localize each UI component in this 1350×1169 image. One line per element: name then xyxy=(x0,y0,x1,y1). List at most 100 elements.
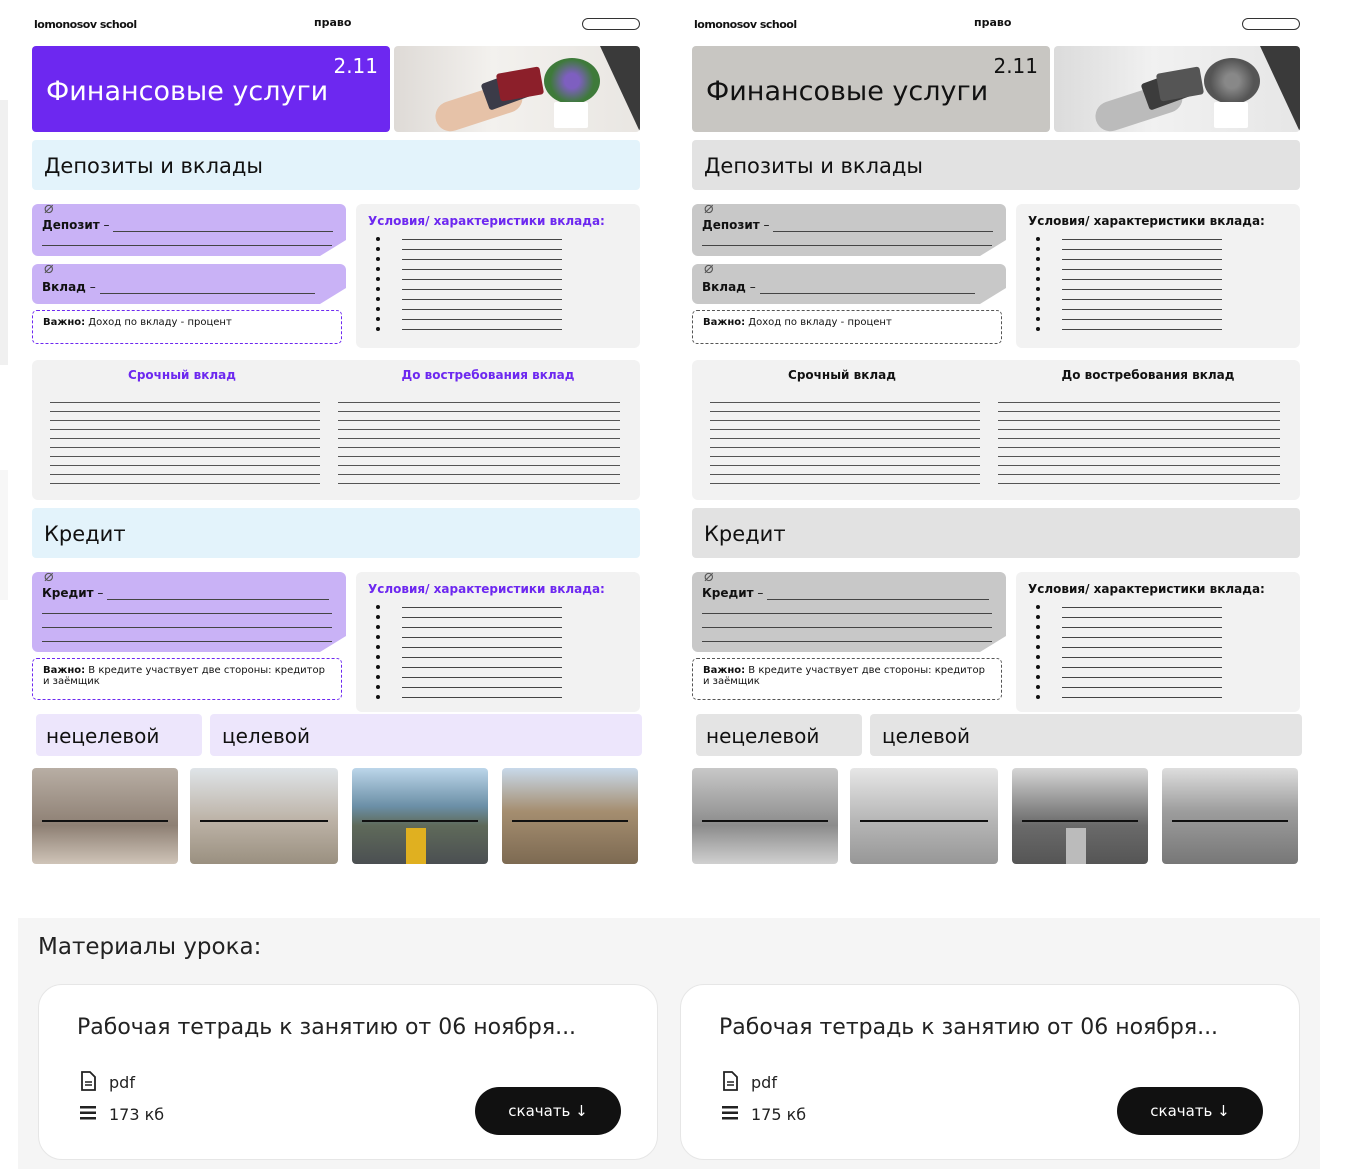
title-box: 2.11 Финансовые услуги xyxy=(32,46,390,132)
file-type: pdf xyxy=(109,1073,135,1092)
note2-bold: Важно: xyxy=(43,665,86,676)
tag-targeted: целевой xyxy=(870,714,1302,756)
tag-untargeted: нецелевой xyxy=(696,714,862,756)
tag-untargeted: нецелевой xyxy=(36,714,202,756)
note-important-1: Важно: Доход по вкладу - процент xyxy=(692,310,1002,344)
deposit-types: Срочный вклад До востребования вклад xyxy=(692,360,1300,500)
section-credit: Кредит xyxy=(32,508,640,558)
lesson-number: 2.11 xyxy=(333,54,378,78)
credit-photos xyxy=(32,768,640,866)
paperclip-icon: ⌀ xyxy=(44,198,54,217)
download-button[interactable]: скачать ↓ xyxy=(1117,1087,1263,1135)
demand-deposit-heading: До востребования вклад xyxy=(401,368,575,382)
subject-label: право xyxy=(974,16,1012,29)
credit-type-tags: нецелевой целевой xyxy=(32,714,642,756)
list-icon xyxy=(79,1105,101,1126)
file-type-row: pdf xyxy=(721,1071,777,1096)
list-icon xyxy=(721,1105,743,1126)
credit-type-tags: нецелевой целевой xyxy=(692,714,1302,756)
file-size: 173 кб xyxy=(109,1105,165,1124)
cards-photo xyxy=(1054,46,1300,132)
credit-photos xyxy=(692,768,1300,866)
section-deposits: Депозиты и вклады xyxy=(32,140,640,190)
cards-photo xyxy=(394,46,640,132)
worksheet-title: Финансовые услуги xyxy=(706,76,989,107)
paperclip-icon: ⌀ xyxy=(704,566,714,585)
note-important-1: Важно: Доход по вкладу - процент xyxy=(32,310,342,344)
conditions-box-2: Условия/ характеристики вклада: xyxy=(1016,572,1300,712)
note1-text: Доход по вкладу - процент xyxy=(748,317,892,328)
worksheet-preview-grayscale[interactable]: lomonosov school право 2.11 Финансовые у… xyxy=(688,8,1308,888)
conditions-box-1: Условия/ характеристики вклада: xyxy=(356,204,640,348)
paperclip-icon: ⌀ xyxy=(704,198,714,217)
worksheet-header: lomonosov school право xyxy=(34,16,640,36)
note-important-2: Важно: В кредите участвует две стороны: … xyxy=(692,658,1002,700)
material-title[interactable]: Рабочая тетрадь к занятию от 06 ноября..… xyxy=(719,1015,1218,1040)
conditions-heading-2: Условия/ характеристики вклада: xyxy=(1028,582,1265,596)
deposit-label: Депозит xyxy=(702,218,760,232)
credit-definition: ⌀ Кредит – xyxy=(692,566,1006,652)
note1-bold: Важно: xyxy=(703,317,746,328)
lesson-materials: Материалы урока: Рабочая тетрадь к занят… xyxy=(18,918,1320,1169)
brand-logo: lomonosov school xyxy=(34,18,137,31)
credit-definition: ⌀ Кредит – xyxy=(32,566,346,652)
vklad-definition: ⌀ Вклад – xyxy=(692,258,1006,304)
photo-house xyxy=(850,768,998,864)
materials-heading: Материалы урока: xyxy=(38,934,262,960)
deposit-types: Срочный вклад До востребования вклад xyxy=(32,360,640,500)
note2-text: В кредите участвует две стороны: кредито… xyxy=(703,665,985,687)
conditions-heading: Условия/ характеристики вклада: xyxy=(1028,214,1265,228)
document-icon xyxy=(721,1071,743,1096)
demand-deposit-heading: До востребования вклад xyxy=(1061,368,1235,382)
note1-bold: Важно: xyxy=(43,317,86,328)
tag-targeted: целевой xyxy=(210,714,642,756)
material-card[interactable]: Рабочая тетрадь к занятию от 06 ноября..… xyxy=(38,984,658,1160)
left-edge-panel-2 xyxy=(0,470,8,600)
left-edge-panel xyxy=(0,100,8,365)
paperclip-icon: ⌀ xyxy=(44,566,54,585)
conditions-heading-2: Условия/ характеристики вклада: xyxy=(368,582,605,596)
vklad-label: Вклад xyxy=(42,280,86,294)
file-type-row: pdf xyxy=(79,1071,135,1096)
photo-university xyxy=(1162,768,1298,864)
subject-pill xyxy=(582,18,640,30)
paperclip-icon: ⌀ xyxy=(704,258,714,277)
vklad-definition: ⌀ Вклад – xyxy=(32,258,346,304)
note1-text: Доход по вкладу - процент xyxy=(88,317,232,328)
worksheet-preview-color[interactable]: lomonosov school право 2.11 Финансовые у… xyxy=(28,8,648,888)
term-deposit-heading: Срочный вклад xyxy=(788,368,896,382)
credit-label: Кредит xyxy=(702,586,754,600)
conditions-heading: Условия/ характеристики вклада: xyxy=(368,214,605,228)
photo-people xyxy=(32,768,178,864)
conditions-box-2: Условия/ характеристики вклада: xyxy=(356,572,640,712)
file-size-row: 175 кб xyxy=(721,1105,806,1126)
lesson-number: 2.11 xyxy=(993,54,1038,78)
photo-car xyxy=(1012,768,1148,864)
vklad-label: Вклад xyxy=(702,280,746,294)
subject-label: право xyxy=(314,16,352,29)
title-box: 2.11 Финансовые услуги xyxy=(692,46,1050,132)
section-deposits: Депозиты и вклады xyxy=(692,140,1300,190)
material-title[interactable]: Рабочая тетрадь к занятию от 06 ноября..… xyxy=(77,1015,576,1040)
note2-text: В кредите участвует две стороны: кредито… xyxy=(43,665,325,687)
lesson-page: lomonosov school право 2.11 Финансовые у… xyxy=(0,0,1350,1169)
download-button[interactable]: скачать ↓ xyxy=(475,1087,621,1135)
credit-label: Кредит xyxy=(42,586,94,600)
deposit-label: Депозит xyxy=(42,218,100,232)
conditions-box-1: Условия/ характеристики вклада: xyxy=(1016,204,1300,348)
worksheet-header: lomonosov school право xyxy=(694,16,1300,36)
file-size: 175 кб xyxy=(751,1105,807,1124)
note-important-2: Важно: В кредите участвует две стороны: … xyxy=(32,658,342,700)
brand-logo: lomonosov school xyxy=(694,18,797,31)
document-icon xyxy=(79,1071,101,1096)
material-card[interactable]: Рабочая тетрадь к занятию от 06 ноября..… xyxy=(680,984,1300,1160)
note2-bold: Важно: xyxy=(703,665,746,676)
file-type: pdf xyxy=(751,1073,777,1092)
photo-people xyxy=(692,768,838,864)
worksheet-title: Финансовые услуги xyxy=(46,76,329,107)
paperclip-icon: ⌀ xyxy=(44,258,54,277)
deposit-definition: ⌀ Депозит – xyxy=(32,198,346,256)
section-credit: Кредит xyxy=(692,508,1300,558)
photo-house xyxy=(190,768,338,864)
subject-pill xyxy=(1242,18,1300,30)
